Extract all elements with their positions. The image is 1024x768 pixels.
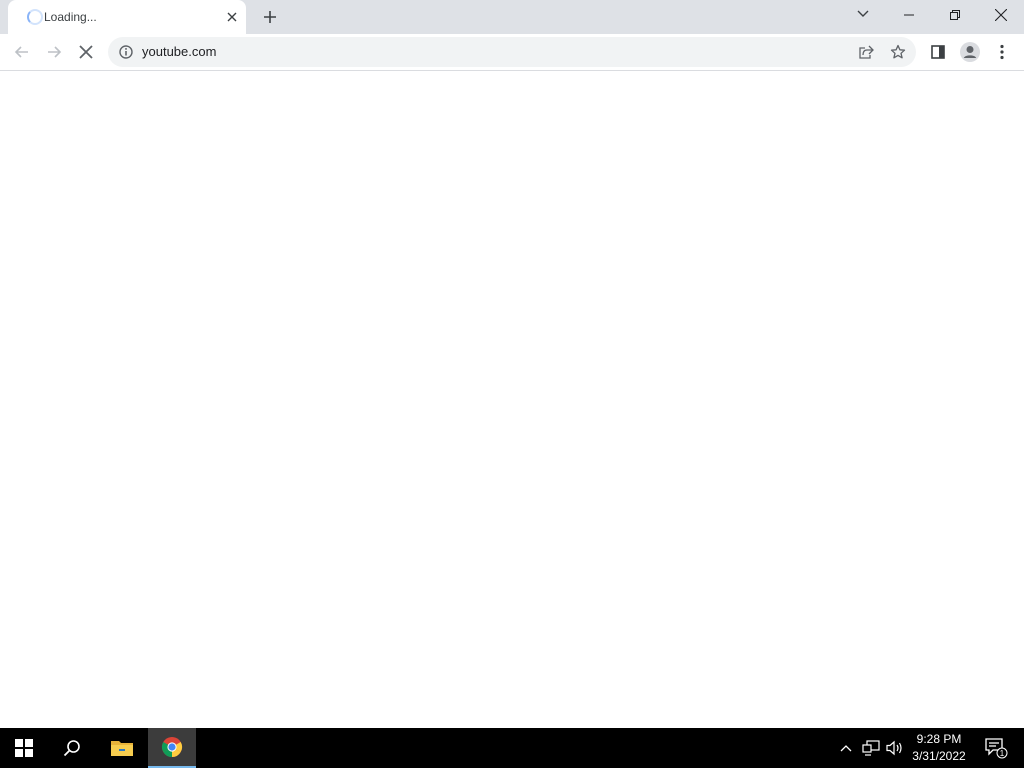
back-button[interactable] xyxy=(8,38,36,66)
tab-close-icon[interactable] xyxy=(224,9,240,25)
taskbar: 9:28 PM 3/31/2022 1 xyxy=(0,728,1024,768)
clock-time: 9:28 PM xyxy=(916,732,962,746)
loading-spinner-icon xyxy=(27,9,43,25)
volume-icon xyxy=(886,740,902,756)
close-window-button[interactable] xyxy=(978,0,1024,30)
kebab-menu-icon xyxy=(1000,44,1004,60)
tab-strip: Loading... xyxy=(0,0,1024,34)
show-hidden-icons-button[interactable] xyxy=(836,728,856,768)
side-panel-icon xyxy=(931,45,945,59)
star-icon xyxy=(890,44,906,59)
restore-icon xyxy=(950,10,960,20)
url-text[interactable]: youtube.com xyxy=(142,44,216,60)
stop-loading-button[interactable] xyxy=(72,38,100,66)
share-button[interactable] xyxy=(854,41,878,63)
taskbar-app-file-explorer[interactable] xyxy=(98,728,146,768)
taskbar-clock[interactable]: 9:28 PM 3/31/2022 xyxy=(908,731,970,765)
info-icon[interactable] xyxy=(118,44,134,60)
bookmark-star-button[interactable] xyxy=(886,41,910,63)
page-content xyxy=(0,72,1024,728)
taskbar-app-chrome[interactable] xyxy=(148,728,196,768)
minimize-button[interactable] xyxy=(886,0,932,30)
action-center-button[interactable]: 1 xyxy=(976,728,1016,768)
taskbar-search-button[interactable] xyxy=(48,728,96,768)
chevron-down-icon xyxy=(857,10,869,17)
notification-count: 1 xyxy=(1000,749,1005,758)
browser-menu-button[interactable] xyxy=(988,38,1016,66)
minimize-icon xyxy=(904,14,914,16)
back-arrow-icon xyxy=(14,46,28,58)
search-icon xyxy=(63,740,80,757)
plus-icon xyxy=(264,11,276,23)
tab-title: Loading... xyxy=(44,10,97,24)
network-icon xyxy=(862,740,880,756)
forward-button[interactable] xyxy=(40,38,68,66)
restore-button[interactable] xyxy=(932,0,978,30)
close-icon xyxy=(995,9,1007,21)
tab-search-button[interactable] xyxy=(851,4,875,24)
notification-icon: 1 xyxy=(985,738,1008,759)
address-bar[interactable]: youtube.com xyxy=(108,37,916,67)
stop-icon xyxy=(79,45,93,59)
clock-date: 3/31/2022 xyxy=(912,749,966,763)
network-button[interactable] xyxy=(860,728,882,768)
windows-start-icon xyxy=(15,739,33,757)
share-icon xyxy=(859,45,874,59)
side-panel-button[interactable] xyxy=(924,38,952,66)
forward-arrow-icon xyxy=(48,46,62,58)
volume-button[interactable] xyxy=(884,728,906,768)
browser-toolbar: youtube.com xyxy=(0,34,1024,71)
new-tab-button[interactable] xyxy=(258,5,282,29)
start-button[interactable] xyxy=(0,728,48,768)
chevron-up-icon xyxy=(840,745,852,752)
profile-icon xyxy=(960,42,980,62)
folder-icon xyxy=(111,741,133,756)
profile-button[interactable] xyxy=(956,38,984,66)
tab-youtube[interactable]: Loading... xyxy=(8,0,246,34)
chrome-icon xyxy=(161,737,183,758)
